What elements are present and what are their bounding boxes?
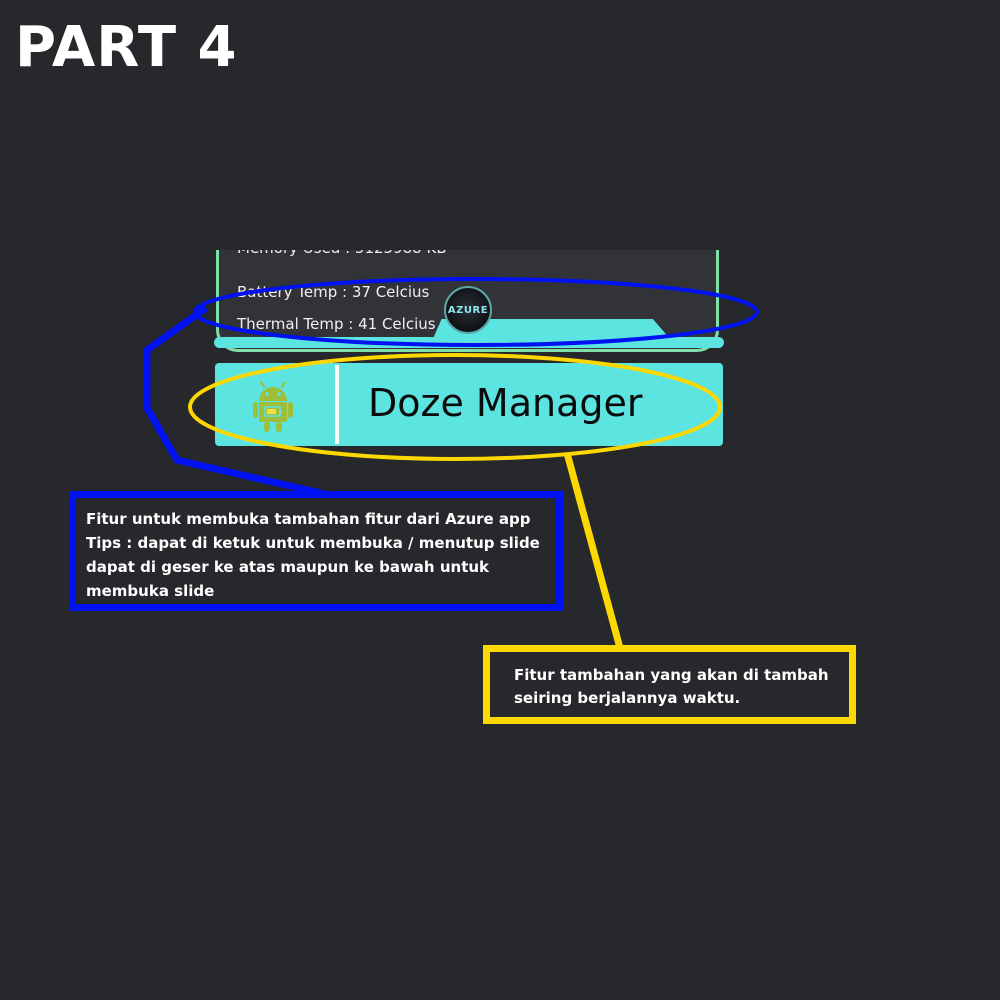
yellow-connector-line <box>563 452 624 649</box>
android-battery-icon <box>253 381 293 432</box>
azure-logo-text: AZURE <box>447 304 489 316</box>
callout-text-line: dapat di geser ke atas maupun ke bawah u… <box>86 558 490 576</box>
yellow-callout-box: Fitur tambahan yang akan di tambah seiri… <box>483 645 856 724</box>
doze-divider <box>335 365 339 444</box>
callout-text-line: Tips : dapat di ketuk untuk membuka / me… <box>86 534 540 552</box>
doze-manager-button[interactable]: Doze Manager <box>215 363 723 446</box>
callout-text-line: Fitur untuk membuka tambahan fitur dari … <box>86 510 531 528</box>
battery-temp-text: Battery Temp : 37 Celcius <box>237 283 430 301</box>
part-title: PART 4 <box>15 15 238 80</box>
blue-callout-box: Fitur untuk membuka tambahan fitur dari … <box>69 491 563 611</box>
doze-manager-label: Doze Manager <box>368 381 643 425</box>
slide-handle-bar[interactable] <box>214 337 724 348</box>
scroll-mask <box>210 170 730 250</box>
azure-logo-icon[interactable]: AZURE <box>444 286 492 334</box>
callout-text-line: membuka slide <box>86 582 215 600</box>
callout-text-line: Fitur tambahan yang akan di tambah <box>514 666 829 684</box>
thermal-temp-text: Thermal Temp : 41 Celcius <box>237 315 436 333</box>
callout-text-line: seiring berjalannya waktu. <box>514 689 741 707</box>
